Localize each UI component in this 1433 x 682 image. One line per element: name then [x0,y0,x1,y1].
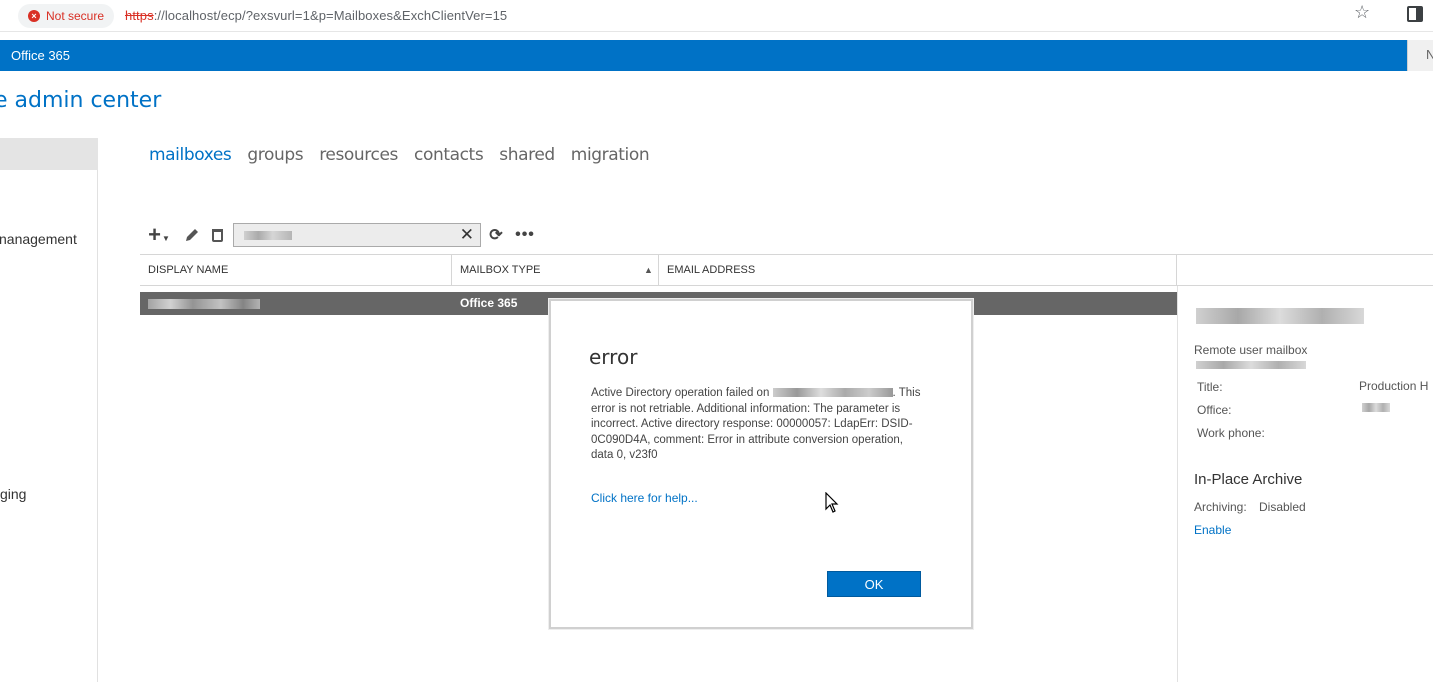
ok-button[interactable]: OK [827,571,921,597]
work-phone-label: Work phone: [1197,426,1265,440]
tab-mailboxes[interactable]: mailboxes [149,145,232,165]
server-name-redacted [772,388,893,398]
left-nav: nanagement ging [0,138,98,682]
details-pane: Remote user mailbox Title: Production H … [1177,286,1433,682]
office-label: Office: [1197,403,1232,417]
error-message: Active Directory operation failed on . T… [591,386,926,464]
table-header: DISPLAY NAME MAILBOX TYPE ▲ EMAIL ADDRES… [140,254,1433,286]
error-message-prefix: Active Directory operation failed on [591,387,770,399]
chevron-down-icon: ▼ [161,233,170,243]
help-link[interactable]: Click here for help... [591,491,698,505]
title-label: Title: [1197,380,1223,394]
suite-bar-user[interactable]: N [1407,40,1433,71]
side-panel-icon[interactable] [1407,6,1423,22]
trash-icon [211,228,223,242]
mailbox-type-cell: Office 365 [460,296,518,310]
sort-ascending-icon: ▲ [644,265,653,275]
page-title: e admin center [0,88,162,113]
title-value: Production H [1359,379,1429,393]
tab-groups[interactable]: groups [247,145,303,165]
pencil-icon [186,229,198,241]
selected-name-redacted [1196,308,1364,324]
add-button[interactable]: + ▼ [144,222,174,248]
edit-button[interactable] [182,222,202,248]
tab-resources[interactable]: resources [319,145,398,165]
column-divider[interactable] [451,255,452,285]
refresh-icon: ⟳ [489,227,503,244]
tab-shared[interactable]: shared [499,145,555,165]
sub-tabs: mailboxes groups resources contacts shar… [149,145,665,165]
refresh-button[interactable]: ⟳ [486,222,506,248]
plus-icon: + [148,222,161,247]
mailbox-kind: Remote user mailbox [1194,343,1308,357]
delete-button[interactable] [207,222,227,248]
column-display-name[interactable]: DISPLAY NAME [148,255,228,285]
tab-contacts[interactable]: contacts [414,145,484,165]
search-input[interactable] [240,226,450,244]
column-divider[interactable] [658,255,659,285]
url-text[interactable]: https://localhost/ecp/?exsvurl=1&p=Mailb… [125,8,507,23]
more-button[interactable]: ••• [513,222,537,248]
close-icon[interactable]: ✕ [460,226,474,244]
archiving-value: Disabled [1259,500,1306,514]
display-name-redacted [148,299,260,309]
suite-bar-user-label: N [1426,47,1433,62]
nav-item-selected[interactable] [0,138,98,170]
warning-icon: × [28,10,40,22]
nav-item-messaging[interactable]: ging [0,486,26,502]
tab-migration[interactable]: migration [571,145,650,165]
email-redacted [1196,361,1306,369]
column-divider[interactable] [1176,255,1177,285]
browser-address-bar: × Not secure https://localhost/ecp/?exsv… [0,0,1433,32]
suite-title[interactable]: Office 365 [11,48,70,63]
error-dialog: error Active Directory operation failed … [549,299,973,629]
dialog-title: error [589,345,638,369]
archive-heading: In-Place Archive [1194,471,1303,488]
column-mailbox-type[interactable]: MAILBOX TYPE [460,255,541,285]
mouse-cursor-icon [825,492,839,513]
archiving-label: Archiving: [1194,500,1247,514]
search-field[interactable]: ✕ [233,223,481,247]
enable-archive-link[interactable]: Enable [1194,523,1231,537]
security-indicator[interactable]: × Not secure [18,4,115,28]
url-path: ://localhost/ecp/?exsvurl=1&p=Mailboxes&… [153,8,508,23]
security-label: Not secure [46,9,105,23]
omnibox[interactable]: × Not secure https://localhost/ecp/?exsv… [18,4,1413,28]
suite-bar: Office 365 [0,40,1407,71]
column-email-address[interactable]: EMAIL ADDRESS [667,255,755,285]
star-icon[interactable]: ☆ [1354,3,1370,21]
url-scheme: https [125,8,154,23]
office-value-redacted [1362,403,1390,412]
nav-item-management[interactable]: nanagement [0,231,77,247]
